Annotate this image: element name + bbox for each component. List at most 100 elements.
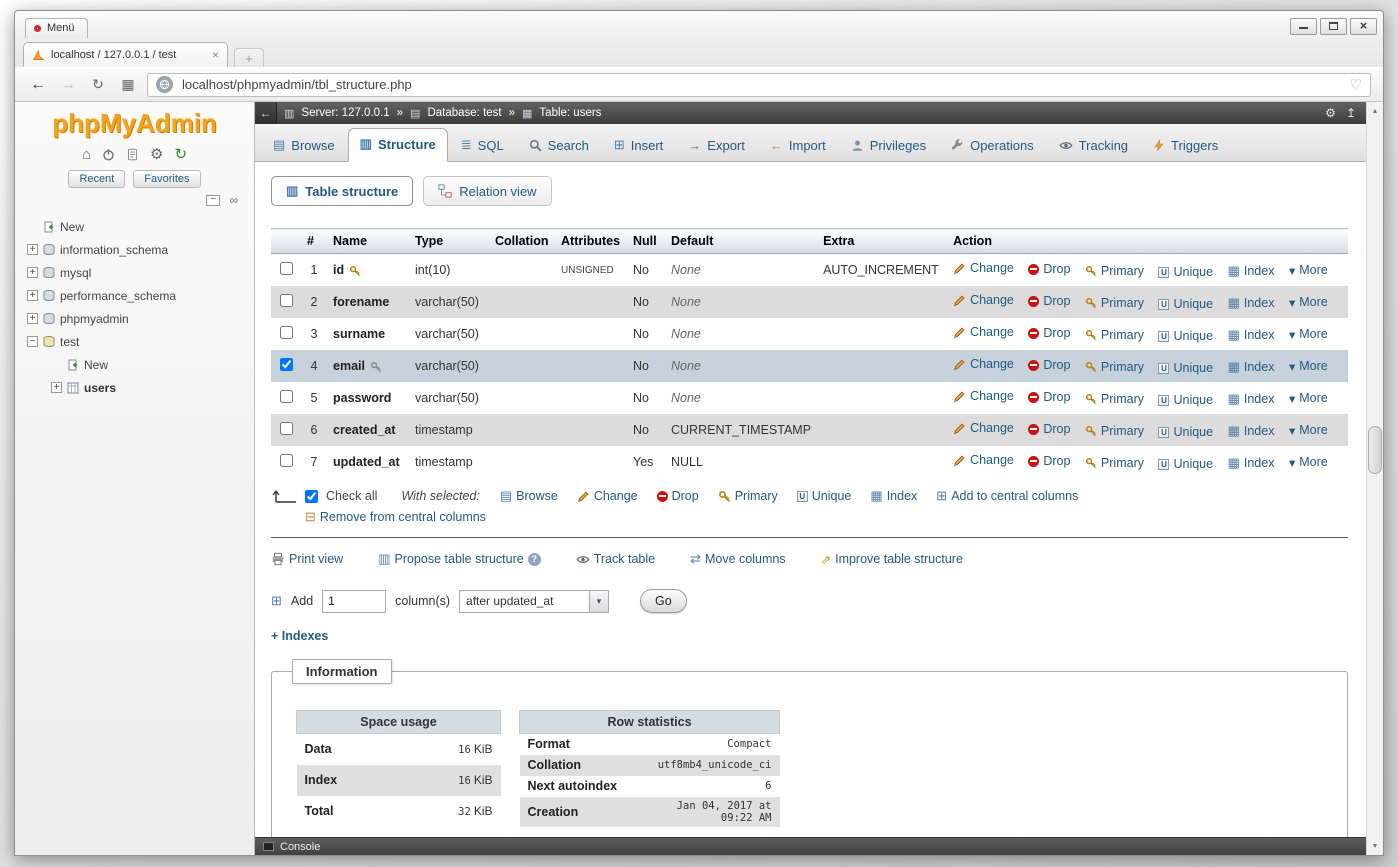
index-link[interactable]: Index [1228,455,1275,471]
tab-insert[interactable]: Insert [602,129,675,162]
row-checkbox[interactable] [280,294,293,307]
unique-link[interactable]: Unique [1158,425,1213,439]
selected-change-link[interactable]: Change [577,489,638,503]
index-link[interactable]: Index [1228,359,1275,375]
refresh-navigation-icon[interactable] [174,145,187,163]
primary-link[interactable]: Primary [1085,296,1144,310]
row-checkbox[interactable] [280,454,293,467]
unique-link[interactable]: Unique [1158,457,1213,471]
change-link[interactable]: Change [953,261,1014,275]
change-link[interactable]: Change [953,421,1014,435]
index-link[interactable]: Index [1228,423,1275,439]
url-field[interactable]: localhost/phpmyadmin/tbl_structure.php [147,73,1371,97]
console-bar[interactable]: Console [255,837,1366,855]
drop-link[interactable]: Drop [1028,454,1070,468]
tree-new-database[interactable]: New [27,215,254,238]
primary-link[interactable]: Primary [1085,392,1144,406]
row-checkbox[interactable] [280,358,293,371]
tree-db-test[interactable]: test [27,330,254,353]
nav-panel-toggle[interactable]: ← [255,102,277,124]
help-icon[interactable] [528,553,541,566]
tree-db-phpmyadmin[interactable]: phpmyadmin [27,307,254,330]
breadcrumb-server[interactable]: Server: 127.0.0.1 [301,107,389,119]
drop-link[interactable]: Drop [1028,326,1070,340]
scroll-down-button[interactable]: ▼ [1367,838,1383,854]
new-tab-button[interactable]: + [234,48,264,67]
index-link[interactable]: Index [1228,263,1275,279]
row-checkbox[interactable] [280,326,293,339]
settings-icon[interactable] [150,145,163,163]
primary-link[interactable]: Primary [1085,456,1144,470]
more-link[interactable]: More [1289,359,1328,374]
expand-icon[interactable] [27,267,38,278]
bookmark-heart-icon[interactable] [1349,76,1362,94]
row-checkbox[interactable] [280,262,293,275]
tree-db-information-schema[interactable]: information_schema [27,238,254,261]
collapse-icon[interactable] [27,336,38,347]
tab-browse[interactable]: Browse [261,129,347,162]
expand-icon[interactable] [27,290,38,301]
tree-db-mysql[interactable]: mysql [27,261,254,284]
scroll-up-button[interactable]: ▲ [1367,103,1383,119]
tab-search[interactable]: Search [517,130,601,162]
drop-link[interactable]: Drop [1028,262,1070,276]
more-link[interactable]: More [1289,263,1328,278]
close-button[interactable] [1350,18,1377,35]
propose-structure-link[interactable]: Propose table structure [378,551,541,567]
selected-primary-link[interactable]: Primary [718,489,778,503]
expand-icon[interactable] [51,382,62,393]
selected-drop-link[interactable]: Drop [657,489,699,503]
check-all-label[interactable]: Check all [326,489,377,503]
primary-link[interactable]: Primary [1085,328,1144,342]
change-link[interactable]: Change [953,453,1014,467]
maximize-button[interactable] [1320,18,1347,35]
recent-button[interactable]: Recent [68,170,125,188]
breadcrumb-database[interactable]: Database: test [427,107,501,119]
expand-icon[interactable] [27,313,38,324]
vertical-scrollbar[interactable]: ▲ ▼ [1366,102,1383,855]
track-table-link[interactable]: Track table [576,552,655,566]
tree-new-table[interactable]: New [51,353,254,376]
tab-export[interactable]: Export [676,130,757,162]
tab-privileges[interactable]: Privileges [839,130,938,162]
tab-close-icon[interactable]: × [212,50,219,60]
drop-link[interactable]: Drop [1028,358,1070,372]
primary-link[interactable]: Primary [1085,424,1144,438]
print-view-link[interactable]: Print view [271,552,343,567]
more-link[interactable]: More [1289,295,1328,310]
drop-link[interactable]: Drop [1028,422,1070,436]
expand-icon[interactable] [27,244,38,255]
tab-tracking[interactable]: Tracking [1047,130,1140,162]
position-select[interactable]: after updated_at [459,590,609,613]
improve-structure-link[interactable]: Improve table structure [821,552,963,567]
favorites-button[interactable]: Favorites [133,170,200,188]
change-link[interactable]: Change [953,325,1014,339]
subtab-table-structure[interactable]: Table structure [271,176,413,206]
opera-menu-button[interactable]: Menü [25,18,88,38]
move-columns-link[interactable]: Move columns [690,551,786,567]
back-button[interactable]: ← [27,76,49,94]
tab-structure[interactable]: Structure [348,128,448,162]
forward-button[interactable]: → [57,76,79,94]
add-central-columns-link[interactable]: Add to central columns [936,488,1078,504]
drop-link[interactable]: Drop [1028,294,1070,308]
more-link[interactable]: More [1289,455,1328,470]
breadcrumb-table[interactable]: Table: users [539,107,601,119]
more-link[interactable]: More [1289,423,1328,438]
unique-link[interactable]: Unique [1158,329,1213,343]
minimize-button[interactable] [1290,18,1317,35]
change-link[interactable]: Change [953,389,1014,403]
check-all-checkbox[interactable] [305,490,318,503]
selected-browse-link[interactable]: Browse [500,488,558,504]
column-count-input[interactable] [322,590,386,613]
unique-link[interactable]: Unique [1158,361,1213,375]
selected-unique-link[interactable]: Unique [797,489,852,503]
tree-db-performance-schema[interactable]: performance_schema [27,284,254,307]
tab-import[interactable]: Import [758,130,838,162]
primary-link[interactable]: Primary [1085,360,1144,374]
unique-link[interactable]: Unique [1158,265,1213,279]
remove-central-columns-link[interactable]: Remove from central columns [305,509,486,525]
selected-index-link[interactable]: Index [870,488,917,504]
index-link[interactable]: Index [1228,295,1275,311]
page-settings-icon[interactable] [1325,106,1336,120]
